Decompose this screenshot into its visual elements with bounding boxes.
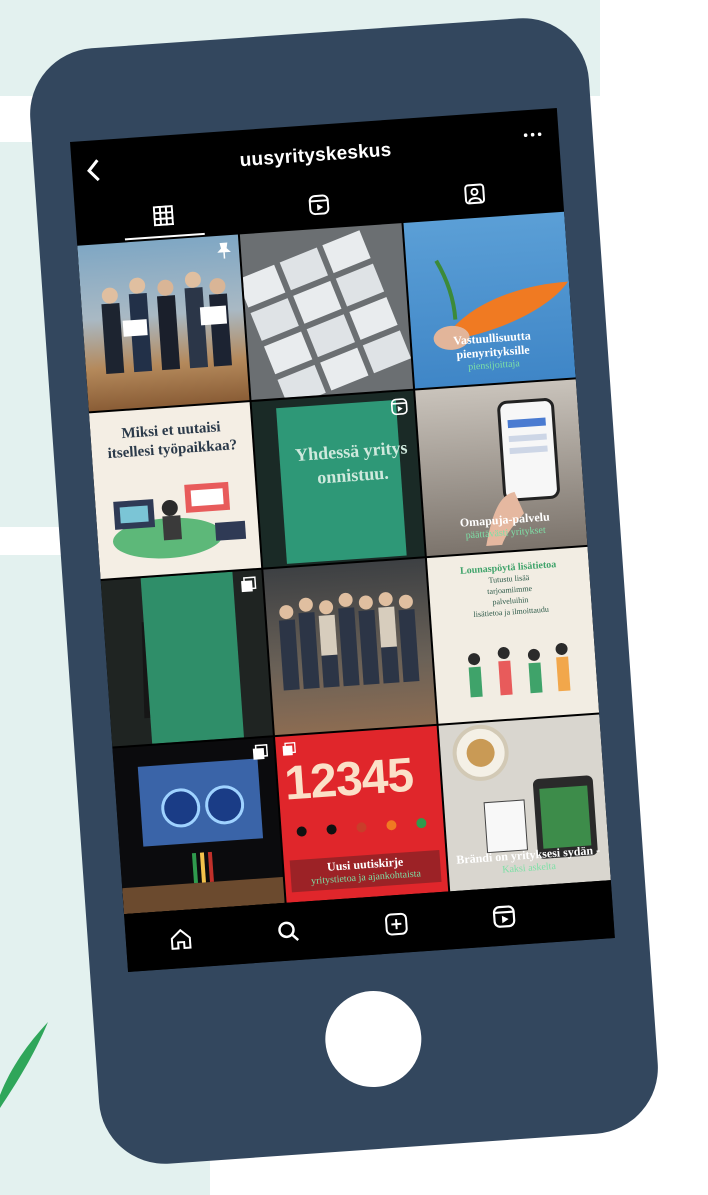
grid-icon [152,205,175,227]
post-carrot-sustainability[interactable]: Vastuullisuutta pienyrityksille piensijo… [403,211,576,389]
post-event-text: Lounaspöytä lisätietoa Tutustu lisää tar… [459,559,557,620]
phone-frame: uusyrityskeskus Vastuullisuutta pienyrit… [25,13,663,1169]
phone-screen: uusyrityskeskus Vastuullisuutta pienyrit… [70,107,615,972]
post-brand[interactable]: Brändi on yrityksesi sydän - Kaksi askel… [438,714,611,892]
people-photo-illustration [101,271,232,375]
group-illustration [279,592,420,691]
nav-new-post-button[interactable] [380,908,412,940]
leaf-decoration-icon [0,1022,48,1108]
reels-icon [492,905,516,928]
post-event-photo[interactable] [100,569,274,747]
documents-illustration [240,230,412,400]
more-options-button[interactable] [522,121,543,143]
nav-reels-button[interactable] [488,901,520,933]
reels-icon [390,398,408,416]
post-award-photo[interactable] [77,234,250,412]
post-documents-photo[interactable] [240,223,413,400]
post-group-photo[interactable] [263,558,437,736]
home-icon [170,928,192,950]
tab-tagged[interactable] [433,171,516,216]
pinned-post-icon [217,242,232,259]
post-job-illustration[interactable]: Miksi et uutaisi itsellesi työpaikkaa? [88,402,262,579]
nav-home-button[interactable] [165,923,197,955]
tab-reels[interactable] [278,182,361,227]
multiple-images-icon [253,743,269,760]
phone-home-button[interactable] [322,987,425,1091]
post-together-reel[interactable]: Yhdessä yritys onnistuu. [251,390,425,568]
multiple-images-icon [282,741,297,756]
tagged-icon [464,183,486,205]
post-numbers: 12345 [282,748,415,811]
stage-illustration [122,758,285,915]
multiple-images-icon [241,576,257,593]
tab-posts-grid[interactable] [122,192,205,241]
post-slogan: Yhdessä yritys onnistuu. [294,437,409,488]
new-post-icon [385,912,408,936]
post-newsletter[interactable]: 12345 Uusi uutiskirje yritystietoa ja aj… [275,725,448,903]
posts-grid: Vastuullisuutta pienyrityksille piensijo… [77,211,611,915]
nav-search-button[interactable] [273,916,305,948]
search-icon [278,921,300,941]
post-presentation-photo[interactable] [112,737,285,915]
post-lunch-event[interactable]: Lounaspöytä lisätietoa Tutustu lisää tar… [426,546,600,724]
post-phone-app[interactable]: Omapuja-palvelu päättävästi yritykset [414,379,588,557]
reels-icon [308,194,330,216]
more-dots-icon [523,132,542,138]
